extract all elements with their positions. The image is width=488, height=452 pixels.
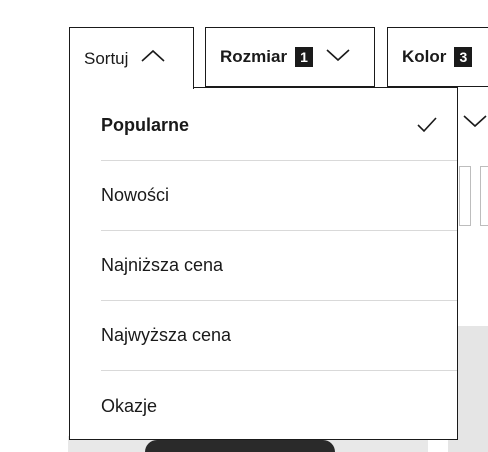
sort-button[interactable]: Sortuj xyxy=(69,27,194,89)
size-filter-button[interactable]: Rozmiar 1 xyxy=(205,27,375,87)
chevron-up-icon xyxy=(140,48,166,69)
sort-option-label: Okazje xyxy=(101,395,158,416)
check-icon xyxy=(416,116,437,139)
sort-option-newest[interactable]: Nowości xyxy=(101,161,457,231)
color-count-badge: 3 xyxy=(454,47,473,67)
sort-option-popular[interactable]: Popularne xyxy=(101,91,457,161)
sort-label: Sortuj xyxy=(84,48,129,68)
size-count-badge: 1 xyxy=(295,47,314,67)
background-size-box xyxy=(480,166,488,226)
color-filter-label: Kolor xyxy=(402,47,447,66)
sort-dropdown: Popularne Nowości Najniższa cena Najwyżs… xyxy=(69,87,458,441)
sort-option-label: Najniższa cena xyxy=(101,255,224,275)
sort-option-label: Popularne xyxy=(101,115,190,135)
sort-option-lowest-price[interactable]: Najniższa cena xyxy=(101,231,457,301)
chevron-down-icon xyxy=(325,47,351,68)
background-size-box xyxy=(459,166,471,226)
sort-option-label: Najwyższa cena xyxy=(101,325,232,345)
size-filter-label: Rozmiar xyxy=(220,47,288,66)
sort-option-deals[interactable]: Okazje xyxy=(101,371,457,441)
sort-option-label: Nowości xyxy=(101,185,170,205)
sort-option-highest-price[interactable]: Najwyższa cena xyxy=(101,301,457,371)
product-image-detail xyxy=(145,440,335,452)
background-chevron-down-icon xyxy=(462,113,488,134)
color-filter-button[interactable]: Kolor 3 xyxy=(387,27,488,87)
